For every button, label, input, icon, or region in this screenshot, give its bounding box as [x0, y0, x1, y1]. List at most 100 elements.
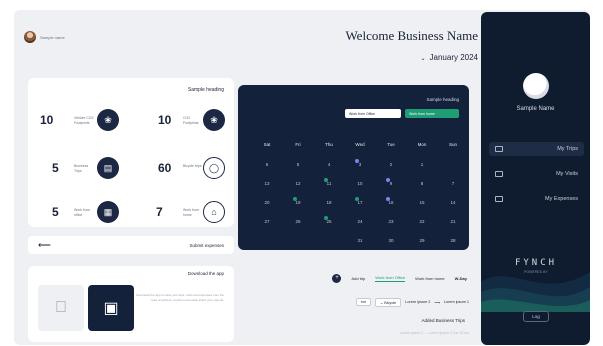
leaf-icon: ❀	[97, 109, 119, 131]
stats-title: Sample heading	[187, 87, 224, 93]
sidebar-item-label: My Trips	[557, 146, 578, 152]
calendar-day[interactable]: 27	[257, 219, 277, 224]
add-icon[interactable]: +	[332, 273, 342, 283]
transport-select[interactable]: ⌄ Bicycle	[375, 297, 402, 307]
tab-bar: + Add trip Work from Office Work from ho…	[238, 272, 469, 284]
brand-logo: FYNCH	[514, 258, 558, 268]
calendar-day[interactable]: 8	[412, 181, 432, 186]
day-of-week-label: Sun	[448, 142, 457, 147]
calendar-day[interactable]: 4	[319, 162, 339, 167]
stats-card: Sample heading 10 CO2 Footprints ❀ 10 Ve…	[28, 78, 234, 227]
sidebar-item-my-expenses[interactable]: My Expenses	[489, 192, 584, 206]
stat-label: Work from home	[183, 208, 200, 217]
stat-vehicle-co2: 10 Vehicle CO2 Footprints ❀	[32, 108, 132, 134]
added-trips-heading: Added Business Trips	[421, 318, 465, 323]
sidebar-item-my-trips[interactable]: My Trips	[489, 142, 584, 156]
stat-work-from-home: 7 Work from home ⌂	[128, 200, 228, 226]
calendar-day[interactable]: 26	[288, 219, 308, 224]
stat-label: Vehicle CO2 Footprints	[74, 116, 94, 125]
bus-icon: ▤	[97, 157, 119, 179]
office-icon: ▦	[97, 201, 119, 223]
stat-bicycle-trips: 60 Bicycle trips ◯	[128, 156, 228, 182]
receipt-icon	[495, 196, 503, 202]
briefcase-icon	[495, 146, 503, 152]
calendar-day[interactable]: 21	[443, 219, 463, 224]
calendar-day[interactable]: 11	[319, 181, 339, 186]
tab-add-trip[interactable]: Add trip	[351, 276, 365, 281]
calendar-day[interactable]: 23	[381, 219, 401, 224]
tab-work-from-office[interactable]: Work from Office	[375, 275, 406, 282]
calendar-day[interactable]: 24	[350, 219, 370, 224]
tab-work-from-home[interactable]: Work from home	[415, 276, 445, 281]
user-profile[interactable]: Sample name	[24, 31, 65, 43]
sidebar-item-my-visits[interactable]: My Visits	[489, 167, 584, 181]
calendar-day[interactable]: 25	[319, 219, 339, 224]
calendar-day[interactable]: 19	[288, 200, 308, 205]
calendar-day[interactable]: 20	[257, 200, 277, 205]
calendar-day[interactable]: 9	[381, 181, 401, 186]
day-of-week-label: Mon	[417, 142, 427, 147]
logout-label: Log	[532, 314, 540, 319]
stat-work-from-office: 5 Work from office ▦	[32, 200, 132, 226]
calendar-day[interactable]: 16	[381, 200, 401, 205]
calendar-title: Sample heading	[426, 97, 459, 102]
calendar-day[interactable]: 31	[350, 238, 370, 243]
android-store-button[interactable]: ▣	[88, 285, 134, 331]
download-app-card: Download the app  ▣ Download the app to…	[28, 266, 234, 342]
arrow-icon: ⟶	[434, 300, 440, 305]
event-dot	[324, 178, 328, 182]
day-of-week-label: Wed	[355, 142, 365, 147]
stat-business-trips: 5 Business Trips ▤	[32, 156, 132, 182]
calendar-day[interactable]: 14	[443, 200, 463, 205]
brand-subtitle: POWERED BY	[524, 270, 548, 274]
transport-value: Bicycle	[384, 300, 397, 305]
trip-form: km ⌄ Bicycle Lorem ipsum 2 ⟶ Lorem ipsum…	[244, 296, 469, 308]
event-dot	[355, 159, 359, 163]
leaf-icon: ❀	[203, 109, 225, 131]
submit-expenses-button[interactable]: ⟵ Submit expenses	[28, 236, 234, 254]
calendar-day[interactable]: 1	[412, 162, 432, 167]
calendar-day[interactable]: 7	[443, 181, 463, 186]
avatar[interactable]	[523, 73, 549, 99]
logout-button[interactable]: Log	[523, 311, 549, 322]
calendar-day[interactable]: 12	[288, 181, 308, 186]
calendar-day[interactable]: 13	[257, 181, 277, 186]
km-field[interactable]: km	[355, 298, 372, 306]
to-field[interactable]: Lorem ipsum 2	[405, 300, 430, 304]
legend-label: Work from Office	[349, 111, 376, 116]
day-of-week-label: Tue	[387, 142, 395, 147]
avatar[interactable]	[24, 31, 36, 43]
legend-work-from-office[interactable]: Work from Office	[345, 109, 401, 118]
sidebar-item-label: My Visits	[556, 171, 578, 177]
calendar-day[interactable]: 2	[381, 162, 401, 167]
calendar-day[interactable]: 10	[350, 181, 370, 186]
sidebar-item-label: My Expenses	[544, 196, 578, 202]
calendar-day[interactable]: 28	[443, 238, 463, 243]
from-field[interactable]: Lorem ipsum 1	[444, 300, 469, 304]
calendar-day[interactable]: 6	[257, 162, 277, 167]
tab-w-day[interactable]: W-Day	[455, 276, 467, 281]
event-dot	[293, 197, 297, 201]
apple-store-button[interactable]: 	[38, 285, 84, 331]
day-of-week-label: Thu	[325, 142, 333, 147]
stat-label: CO2 Footprints	[183, 116, 199, 125]
calendar-day[interactable]: 15	[412, 200, 432, 205]
legend-work-from-home[interactable]: Work from home	[405, 109, 459, 118]
calendar-day[interactable]: 18	[319, 200, 339, 205]
stat-value: 7	[156, 205, 163, 219]
calendar-day[interactable]: 17	[350, 200, 370, 205]
stat-value: 10	[40, 113, 54, 127]
apple-icon: 	[55, 299, 67, 317]
calendar-day[interactable]: 22	[412, 219, 432, 224]
page-title: Welcome Business Name	[345, 28, 478, 43]
trip-tabs: + Add trip Work from Office Work from ho…	[238, 266, 469, 345]
stat-value: 5	[52, 205, 59, 219]
legend-label: Work from home	[409, 111, 435, 116]
day-of-week-label: Fri	[295, 142, 301, 147]
calendar-day[interactable]: 5	[288, 162, 308, 167]
submit-expenses-label: Submit expenses	[189, 242, 224, 248]
calendar-day[interactable]: 30	[381, 238, 401, 243]
month-selector[interactable]: ⌄ January 2024	[314, 53, 478, 62]
calendar-day[interactable]: 3	[350, 162, 370, 167]
calendar-day[interactable]: 29	[412, 238, 432, 243]
